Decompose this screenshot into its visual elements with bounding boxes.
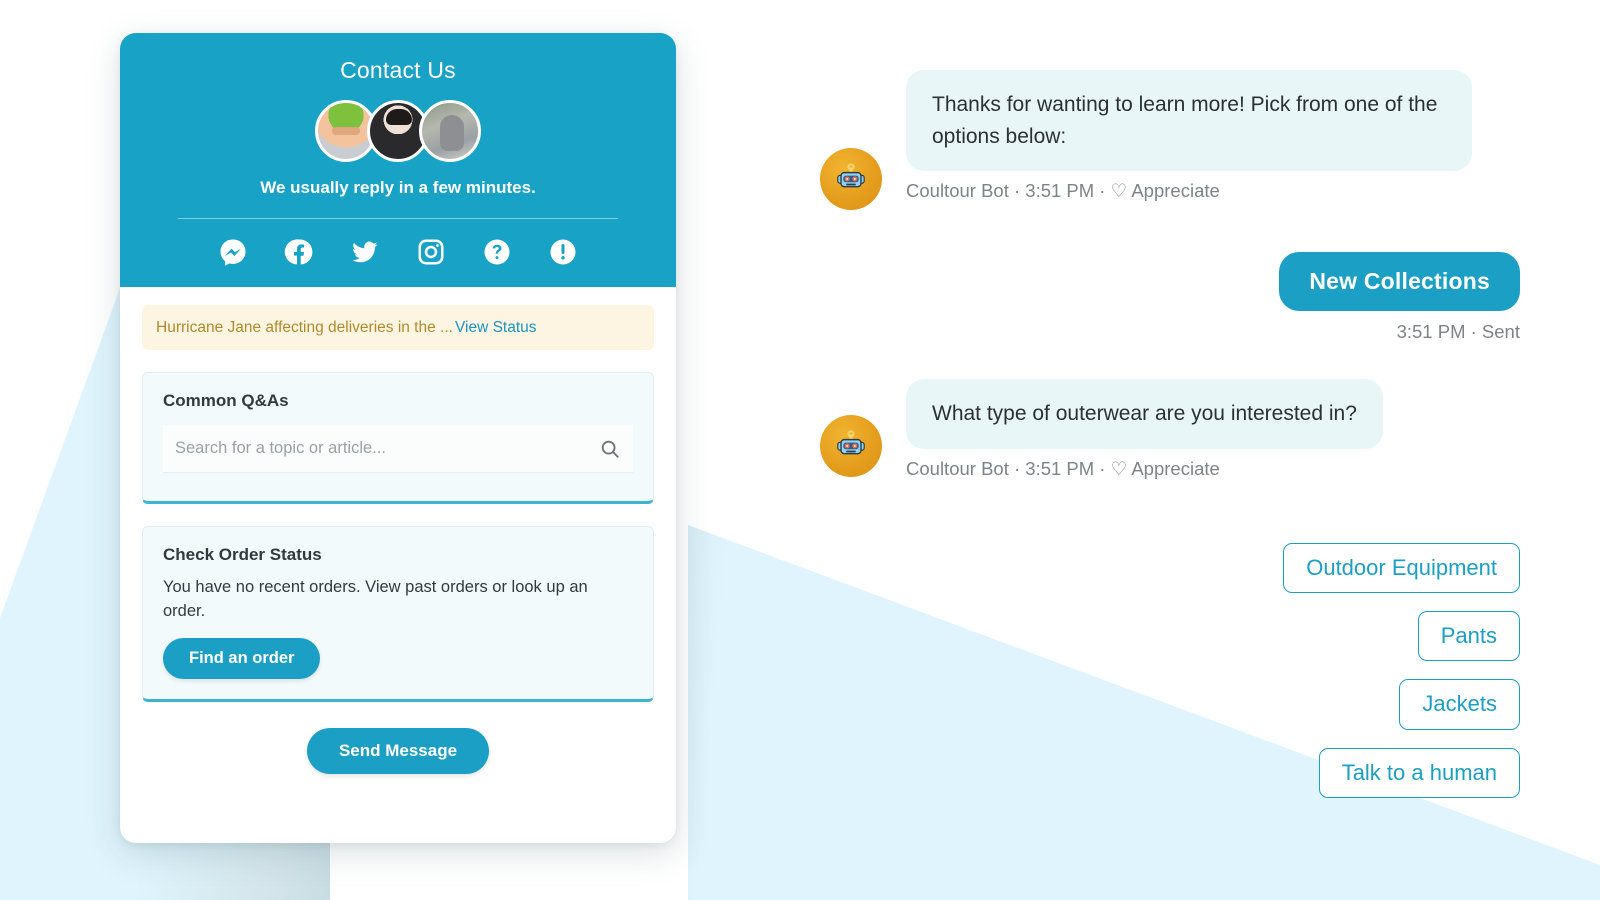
quick-reply-jackets[interactable]: Jackets	[1399, 679, 1520, 730]
check-order-status-description: You have no recent orders. View past ord…	[163, 578, 588, 621]
robot-icon	[820, 148, 882, 210]
chat-message-meta: Coultour Bot · 3:51 PM · ♡ Appreciate	[906, 180, 1520, 202]
instagram-icon[interactable]	[416, 237, 446, 267]
chat-message-outgoing: New Collections 3:51 PM · Sent	[820, 252, 1520, 343]
messenger-icon[interactable]	[218, 237, 248, 267]
quick-reply-outdoor-equipment[interactable]: Outdoor Equipment	[1283, 543, 1520, 594]
heart-icon[interactable]: ♡	[1111, 458, 1128, 479]
header-divider	[178, 218, 618, 219]
agent-avatar-group	[120, 100, 676, 162]
find-an-order-button[interactable]: Find an order	[163, 638, 321, 680]
status-banner[interactable]: Hurricane Jane affecting deliveries in t…	[142, 305, 654, 351]
check-order-status-title: Check Order Status	[163, 545, 322, 565]
screenshot-stage: Contact Us We usually reply in a few min…	[0, 0, 1600, 900]
widget-header: Contact Us We usually reply in a few min…	[120, 33, 676, 287]
quick-reply-row: Pants	[820, 611, 1520, 662]
chat-message-meta: Coultour Bot · 3:51 PM · ♡ Appreciate	[906, 458, 1520, 480]
twitter-icon[interactable]	[350, 237, 380, 267]
quick-reply-talk-to-a-human[interactable]: Talk to a human	[1318, 747, 1520, 798]
quick-reply-row: Outdoor Equipment	[820, 543, 1520, 594]
chat-message-incoming: Thanks for wanting to learn more! Pick f…	[820, 70, 1520, 210]
chat-meta-sender-time: Coultour Bot · 3:51 PM ·	[906, 457, 1111, 479]
common-qas-card: Common Q&As	[142, 372, 654, 505]
chat-thread: Thanks for wanting to learn more! Pick f…	[820, 70, 1520, 480]
quick-reply-row: Jackets	[820, 679, 1520, 730]
appreciate-label[interactable]: Appreciate	[1131, 180, 1219, 201]
social-links	[120, 237, 676, 267]
send-message-button[interactable]: Send Message	[306, 728, 490, 775]
search-icon[interactable]	[599, 438, 621, 460]
widget-body: Hurricane Jane affecting deliveries in t…	[120, 287, 676, 775]
appreciate-label[interactable]: Appreciate	[1131, 458, 1219, 479]
search-field-wrapper[interactable]	[163, 425, 633, 474]
contact-widget: Contact Us We usually reply in a few min…	[120, 33, 676, 843]
chat-message-meta: 3:51 PM · Sent	[1396, 321, 1520, 342]
avatar	[419, 100, 481, 162]
page-title: Contact Us	[340, 57, 456, 83]
search-input[interactable]	[175, 439, 599, 459]
chat-bubble-text: New Collections	[1279, 252, 1520, 311]
quick-reply-pants[interactable]: Pants	[1417, 611, 1520, 662]
robot-icon	[820, 415, 882, 477]
heart-icon[interactable]: ♡	[1111, 180, 1128, 201]
quick-reply-row: Talk to a human	[820, 747, 1520, 798]
status-banner-text: Hurricane Jane affecting deliveries in t…	[156, 319, 453, 336]
chat-bubble-text: What type of outerwear are you intereste…	[906, 379, 1383, 449]
quick-reply-group: Outdoor Equipment Pants Jackets Talk to …	[820, 543, 1520, 816]
facebook-icon[interactable]	[284, 237, 314, 267]
exclamation-circle-icon[interactable]	[548, 237, 578, 267]
chat-message-incoming: What type of outerwear are you intereste…	[820, 379, 1520, 480]
chat-bubble-text: Thanks for wanting to learn more! Pick f…	[906, 70, 1472, 171]
common-qas-title: Common Q&As	[163, 391, 289, 411]
question-circle-icon[interactable]	[482, 237, 512, 267]
send-message-footer: Send Message	[142, 702, 654, 775]
view-status-link[interactable]: View Status	[455, 319, 537, 336]
chat-meta-sender-time: Coultour Bot · 3:51 PM ·	[906, 180, 1111, 201]
reply-time-text: We usually reply in a few minutes.	[260, 178, 536, 197]
check-order-status-card: Check Order Status You have no recent or…	[142, 526, 654, 703]
